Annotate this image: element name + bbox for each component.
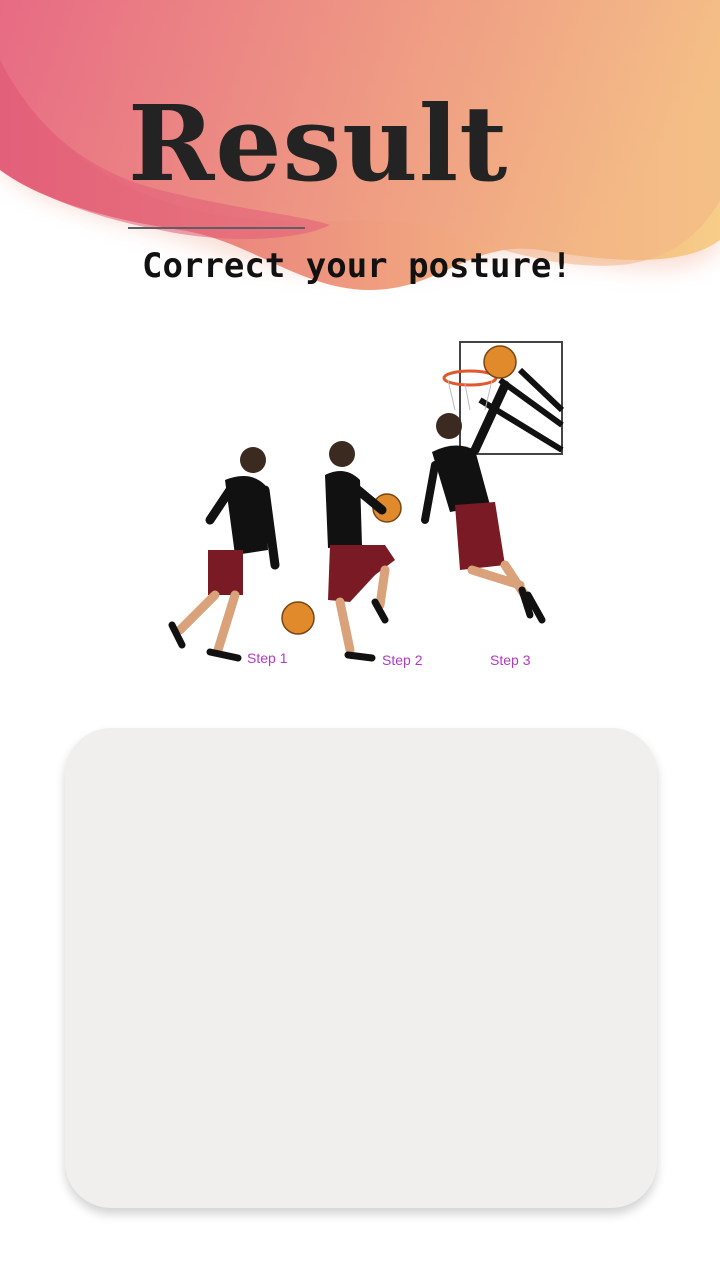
player-step1-figure (168, 447, 315, 662)
title-divider (128, 227, 305, 229)
step-2-label: Step 2 (382, 652, 423, 668)
basketball-layup-illustration: Step 1 Step 2 Step 3 (168, 341, 565, 668)
player-step2-figure (325, 441, 402, 662)
page-subtitle: Correct your posture! (142, 246, 572, 286)
page-title: Result (128, 82, 509, 205)
result-card (65, 728, 657, 1208)
step-1-label: Step 1 (247, 650, 288, 666)
step-3-label: Step 3 (490, 652, 531, 668)
player-step3-figure (421, 345, 546, 624)
